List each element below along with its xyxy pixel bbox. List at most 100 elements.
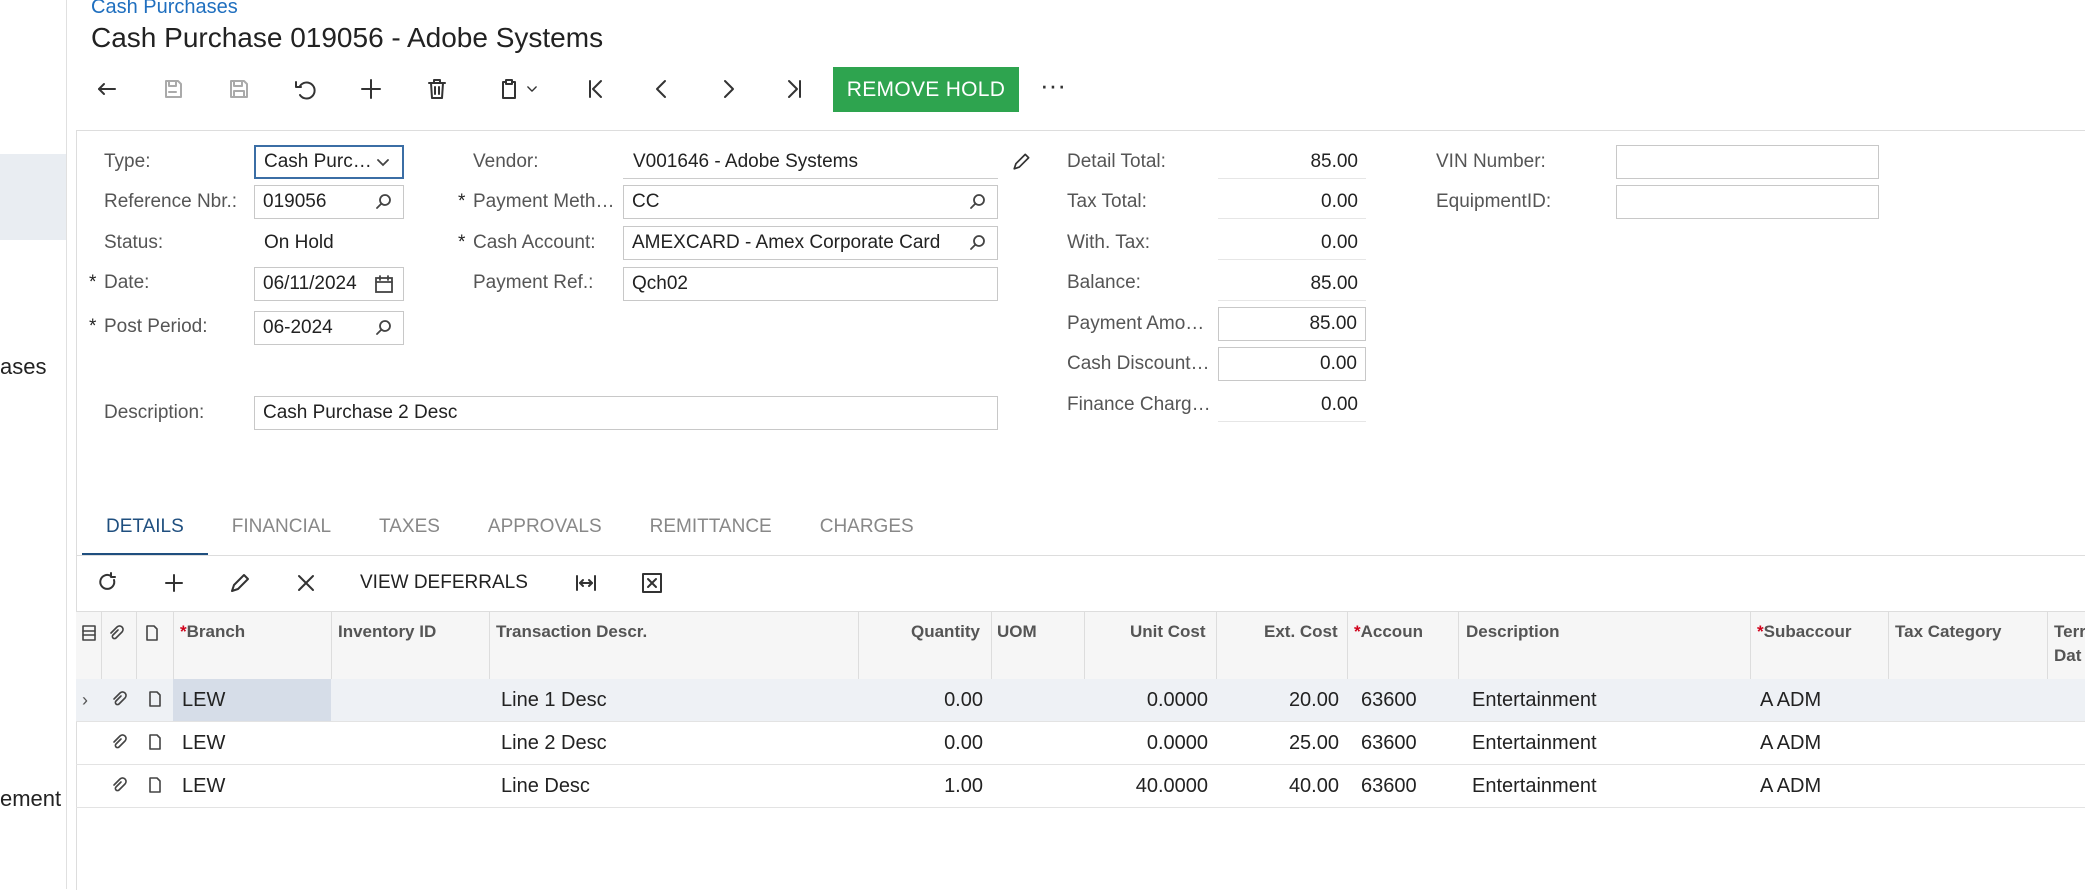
column-header-tax-category[interactable]: Tax Category [1895, 622, 2001, 642]
quantity-cell[interactable]: 0.00 [858, 679, 983, 721]
equipment-id-label: EquipmentID: [1436, 191, 1552, 212]
payment-method-label: Payment Meth… [473, 191, 615, 212]
left-nav-selected-item[interactable] [0, 154, 66, 240]
first-record-button[interactable] [573, 66, 619, 112]
with-tax-value: 0.00 [1218, 226, 1366, 260]
export-excel-button[interactable] [640, 563, 664, 603]
vin-number-field[interactable] [1616, 145, 1879, 179]
save-button[interactable] [216, 66, 262, 112]
equipment-id-field[interactable] [1616, 185, 1879, 219]
remove-hold-button[interactable]: REMOVE HOLD [833, 67, 1019, 112]
column-header-terms[interactable]: Terr [2054, 622, 2085, 642]
column-header-ext-cost[interactable]: Ext. Cost [1264, 622, 1338, 642]
tab-financial[interactable]: FINANCIAL [208, 506, 355, 556]
note-icon[interactable] [146, 690, 164, 708]
date-field[interactable]: 06/11/2024 [254, 267, 404, 301]
ext-cost-cell[interactable]: 20.00 [1216, 679, 1339, 721]
tab-approvals[interactable]: APPROVALS [464, 506, 626, 556]
add-row-button[interactable] [162, 563, 186, 603]
left-nav-label-purchases[interactable]: ases [0, 354, 46, 380]
column-header-inventory-id[interactable]: Inventory ID [338, 622, 436, 642]
column-header-account: *Accoun [1354, 622, 1423, 641]
account-cell[interactable]: 63600 [1361, 765, 1417, 807]
column-header-unit-cost[interactable]: Unit Cost [1130, 622, 1206, 642]
unit-cost-cell[interactable]: 40.0000 [1084, 765, 1208, 807]
table-row[interactable]: LEW Line Desc 1.00 40.0000 40.00 63600 E… [76, 765, 2085, 808]
subaccount-cell[interactable]: A ADM [1760, 722, 1821, 764]
row-expand-icon[interactable]: › [82, 679, 88, 721]
note-icon[interactable] [146, 776, 164, 794]
more-actions-button[interactable]: ··· [1040, 70, 1066, 101]
account-cell[interactable]: 63600 [1361, 722, 1417, 764]
payment-ref-field[interactable]: Qch02 [623, 267, 998, 301]
description-cell[interactable]: Entertainment [1472, 679, 1597, 721]
required-marker: * [89, 272, 97, 293]
refresh-icon [99, 572, 116, 590]
left-nav-label-management[interactable]: ement [0, 786, 61, 812]
tab-charges[interactable]: CHARGES [796, 506, 938, 556]
edit-row-button[interactable] [228, 563, 252, 603]
column-header-quantity[interactable]: Quantity [911, 622, 980, 642]
payment-method-field[interactable]: CC [623, 185, 998, 219]
description-cell[interactable]: Entertainment [1472, 765, 1597, 807]
balance-label: Balance: [1067, 272, 1141, 293]
unit-cost-cell[interactable]: 0.0000 [1084, 679, 1208, 721]
ext-cost-cell[interactable]: 25.00 [1216, 722, 1339, 764]
table-row[interactable]: LEW Line 2 Desc 0.00 0.0000 25.00 63600 … [76, 722, 2085, 765]
account-cell[interactable]: 63600 [1361, 679, 1417, 721]
previous-record-button[interactable] [639, 66, 685, 112]
add-new-button[interactable] [348, 66, 394, 112]
search-icon [970, 235, 985, 250]
column-header-transaction-descr[interactable]: Transaction Descr. [496, 622, 647, 642]
attachment-icon [106, 624, 124, 647]
note-icon[interactable] [146, 733, 164, 751]
column-header-uom[interactable]: UOM [997, 622, 1037, 642]
edit-vendor-button[interactable] [1003, 144, 1039, 180]
fit-columns-button[interactable] [574, 563, 598, 603]
undo-icon [295, 81, 316, 100]
refresh-button[interactable] [96, 563, 120, 603]
vendor-field[interactable]: V001646 - Adobe Systems [623, 145, 998, 179]
transaction-descr-cell[interactable]: Line 2 Desc [501, 722, 607, 764]
tab-taxes[interactable]: TAXES [355, 506, 464, 556]
subaccount-cell[interactable]: A ADM [1760, 679, 1821, 721]
first-icon [589, 80, 602, 98]
cash-account-field[interactable]: AMEXCARD - Amex Corporate Card [623, 226, 998, 260]
description-field[interactable]: Cash Purchase 2 Desc [254, 396, 998, 430]
branch-cell[interactable]: LEW [173, 679, 331, 721]
attachment-icon[interactable] [109, 733, 127, 751]
view-deferrals-button[interactable]: VIEW DEFERRALS [360, 563, 528, 603]
reference-nbr-field[interactable]: 019056 [254, 185, 404, 219]
delete-button[interactable] [414, 66, 460, 112]
back-button[interactable] [84, 66, 130, 112]
attachment-icon[interactable] [109, 690, 127, 708]
post-period-field[interactable]: 06-2024 [254, 311, 404, 345]
quantity-cell[interactable]: 1.00 [858, 765, 983, 807]
save-close-button[interactable] [150, 66, 196, 112]
quantity-cell[interactable]: 0.00 [858, 722, 983, 764]
cash-discount-field[interactable]: 0.00 [1218, 347, 1366, 381]
last-record-button[interactable] [771, 66, 817, 112]
cash-account-label: Cash Account: [473, 232, 596, 253]
transaction-descr-cell[interactable]: Line Desc [501, 765, 590, 807]
unit-cost-cell[interactable]: 0.0000 [1084, 722, 1208, 764]
payment-amount-field[interactable]: 85.00 [1218, 307, 1366, 341]
column-header-description[interactable]: Description [1466, 622, 1560, 642]
subaccount-cell[interactable]: A ADM [1760, 765, 1821, 807]
ext-cost-cell[interactable]: 40.00 [1216, 765, 1339, 807]
attachment-icon[interactable] [109, 776, 127, 794]
next-record-button[interactable] [705, 66, 751, 112]
description-cell[interactable]: Entertainment [1472, 722, 1597, 764]
tab-remittance[interactable]: REMITTANCE [626, 506, 796, 556]
delete-row-button[interactable] [294, 563, 318, 603]
breadcrumb[interactable]: Cash Purchases [91, 0, 238, 19]
grid-header: *Branch Inventory ID Transaction Descr. … [76, 611, 2085, 681]
cancel-button[interactable] [282, 66, 328, 112]
branch-cell[interactable]: LEW [182, 722, 225, 764]
type-select[interactable]: Cash Purc… [254, 145, 404, 179]
table-row[interactable]: › LEW Line 1 Desc 0.00 0.0000 20.00 6360… [76, 679, 2085, 722]
tab-details[interactable]: DETAILS [82, 506, 208, 556]
transaction-descr-cell[interactable]: Line 1 Desc [501, 679, 607, 721]
branch-cell[interactable]: LEW [182, 765, 225, 807]
copy-paste-menu-button[interactable] [484, 66, 554, 112]
